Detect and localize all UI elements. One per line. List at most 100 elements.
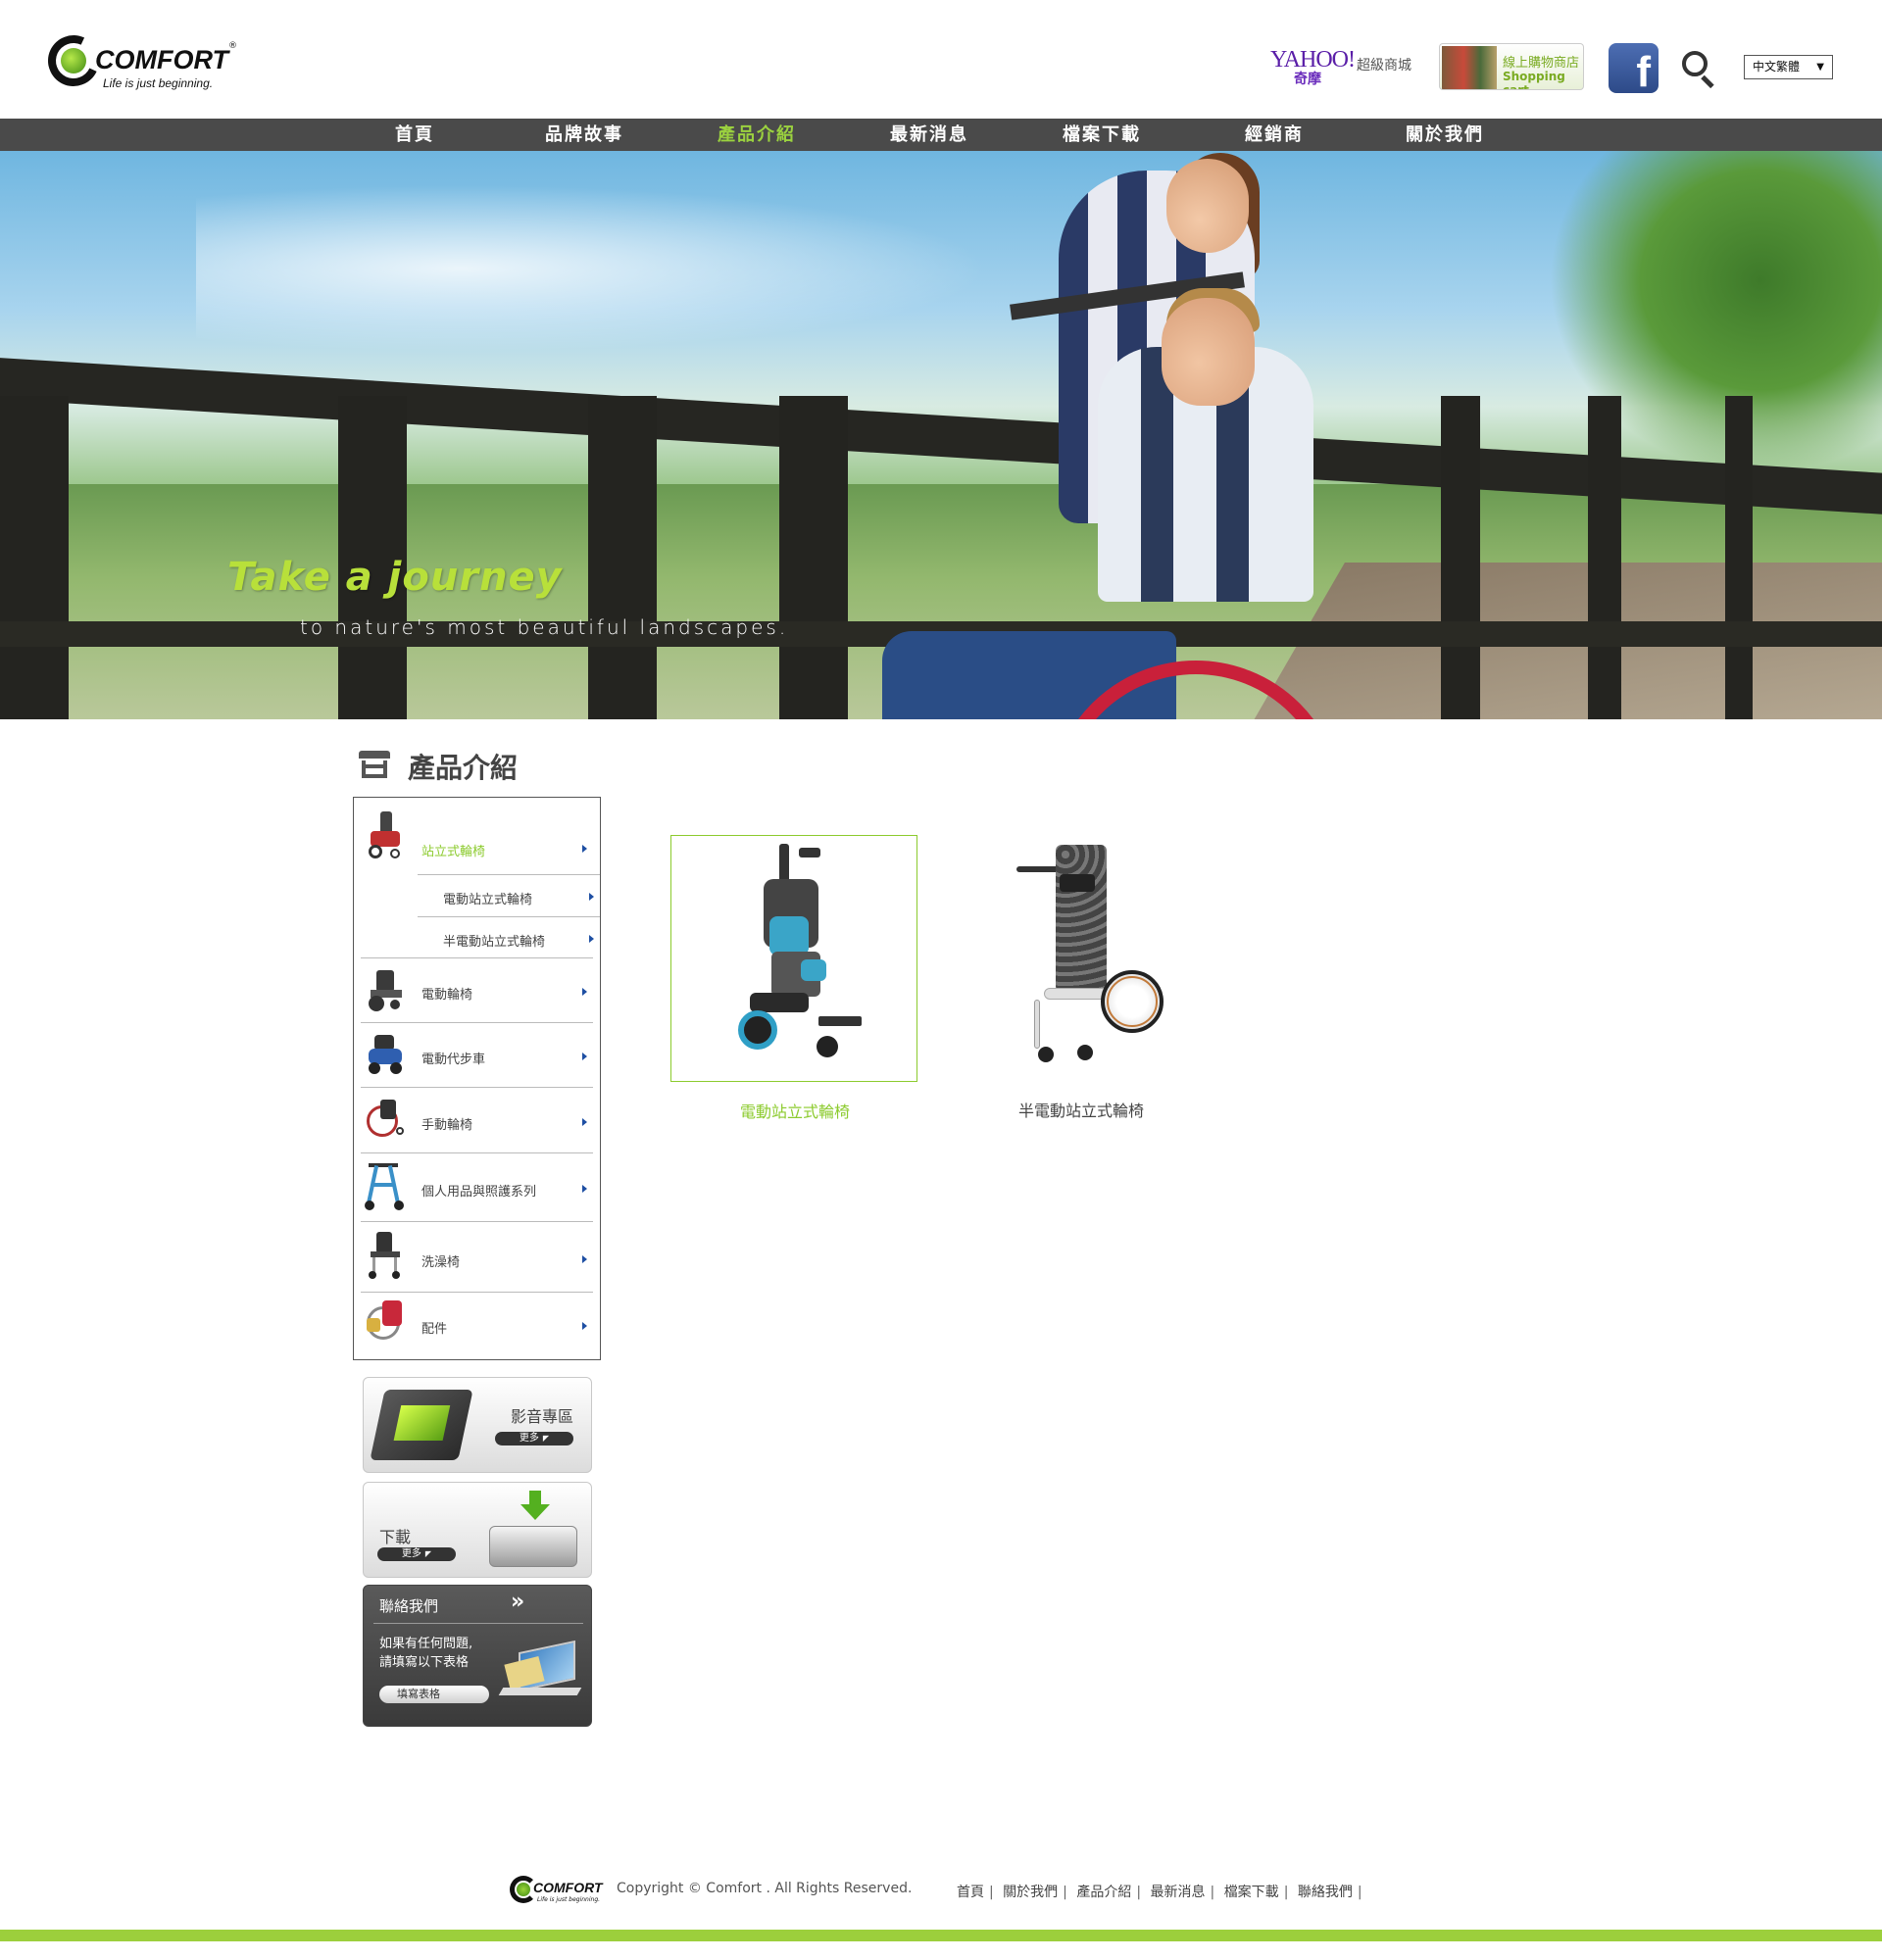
banner-subline: to nature's most beautiful landscapes. <box>300 615 789 639</box>
double-chevron-right-icon: » <box>511 1590 525 1614</box>
footer-separator: | <box>1136 1885 1142 1900</box>
footer-link-news[interactable]: 最新消息 <box>1151 1885 1206 1900</box>
rollator-thumb <box>363 1159 408 1212</box>
chevron-right-icon <box>589 935 594 943</box>
product-card-electric-standing[interactable]: 電動站立式輪椅 <box>670 835 917 1121</box>
contact-title: 聯絡我們 <box>379 1597 439 1615</box>
nav-item-dealers[interactable]: 經銷商 <box>1245 119 1304 151</box>
nav-item-news[interactable]: 最新消息 <box>890 119 968 151</box>
footer-separator: | <box>989 1885 994 1900</box>
chevron-right-icon <box>582 1255 587 1263</box>
logo-word: COMFORT <box>95 45 228 74</box>
media-more-button[interactable]: 更多 ◤ <box>495 1432 573 1446</box>
laptop-mail-icon <box>498 1640 582 1705</box>
contact-description: 如果有任何問題, 請填寫以下表格 <box>379 1637 473 1670</box>
subcategory-item-semi-electric-standing[interactable]: 半電動站立式輪椅 <box>418 916 600 958</box>
electric-standing-wheelchair-image <box>730 844 867 1075</box>
search-icon[interactable] <box>1682 51 1717 89</box>
copyright-text: Copyright © Comfort . All Rights Reserve… <box>617 1881 913 1896</box>
category-item-bath-chair[interactable]: 洗澡椅 <box>361 1222 593 1293</box>
hero-banner: Take a journey to nature's most beautifu… <box>0 151 1882 719</box>
standing-wheelchair-thumb <box>363 809 408 862</box>
yahoo-sub: 奇摩 <box>1294 72 1321 87</box>
yahoo-label: 超級商城 <box>1357 58 1412 74</box>
main-nav: 首頁 品牌故事 產品介紹 最新消息 檔案下載 經銷商 關於我們 <box>0 119 1882 151</box>
category-label: 電動輪椅 <box>421 988 473 1003</box>
footer-separator: | <box>1063 1885 1067 1900</box>
nav-item-home[interactable]: 首頁 <box>395 119 434 151</box>
manual-wheelchair-thumb <box>363 1094 408 1147</box>
site-header: COMFORT ® Life is just beginning. YAHOO!… <box>0 0 1882 119</box>
bath-chair-thumb <box>363 1230 408 1283</box>
shop-label-en: Shopping cart <box>1503 70 1565 90</box>
language-select[interactable]: 中文繁體 ▼ <box>1744 55 1833 79</box>
category-label: 站立式輪椅 <box>421 845 486 859</box>
logo-dot-icon <box>61 48 86 74</box>
download-promo[interactable]: 下載 更多 ◤ <box>363 1482 592 1578</box>
electric-wheelchair-thumb <box>363 964 408 1017</box>
chevron-right-icon <box>582 1118 587 1126</box>
footer-logo[interactable]: COMFORT Life is just beginning. <box>510 1876 618 1907</box>
chevron-right-icon <box>582 845 587 853</box>
category-label: 配件 <box>421 1322 448 1337</box>
shopping-cart-link[interactable]: 線上購物商店 Shopping cart <box>1439 43 1584 90</box>
facebook-icon[interactable]: f <box>1609 43 1659 93</box>
language-selected: 中文繁體 <box>1753 60 1801 74</box>
subcategory-item-electric-standing[interactable]: 電動站立式輪椅 <box>418 874 600 916</box>
nav-item-downloads[interactable]: 檔案下載 <box>1063 119 1141 151</box>
shop-label-zh: 線上購物商店 <box>1503 56 1580 71</box>
download-arrow-icon <box>520 1491 550 1520</box>
footer-link-products[interactable]: 產品介紹 <box>1076 1885 1131 1900</box>
category-item-electric[interactable]: 電動輪椅 <box>361 958 593 1023</box>
media-zone-promo[interactable]: 影音專區 更多 ◤ <box>363 1377 592 1473</box>
footer-link-contact[interactable]: 聯絡我們 <box>1298 1885 1353 1900</box>
product-label[interactable]: 半電動站立式輪椅 <box>958 1098 1205 1121</box>
scooter-thumb <box>363 1029 408 1082</box>
footer-separator: | <box>1357 1885 1362 1900</box>
footer-separator: | <box>1210 1885 1215 1900</box>
category-item-personal-care[interactable]: 個人用品與照護系列 <box>361 1153 593 1222</box>
shop-thumbnail <box>1442 46 1497 89</box>
contact-us-promo[interactable]: 聯絡我們 » 如果有任何問題, 請填寫以下表格 填寫表格 <box>363 1585 592 1727</box>
product-card-semi-electric-standing[interactable]: 半電動站立式輪椅 <box>958 835 1205 1120</box>
nav-item-products[interactable]: 產品介紹 <box>718 119 796 151</box>
banner-headline: Take a journey <box>227 555 563 600</box>
video-film-icon <box>370 1390 473 1460</box>
hard-drive-icon <box>489 1526 577 1567</box>
nav-item-brand-story[interactable]: 品牌故事 <box>545 119 623 151</box>
chevron-right-icon <box>582 1185 587 1193</box>
page-title-text: 產品介紹 <box>408 752 519 784</box>
chevron-right-icon <box>582 988 587 996</box>
more-arrow-icon: ◤ <box>424 1549 432 1558</box>
footer-separator: | <box>1283 1885 1289 1900</box>
chevron-right-icon <box>589 893 594 901</box>
category-label: 電動代步車 <box>421 1053 486 1067</box>
category-item-scooter[interactable]: 電動代步車 <box>361 1023 593 1088</box>
media-zone-title: 影音專區 <box>511 1407 574 1426</box>
footer-link-home[interactable]: 首頁 <box>957 1885 984 1900</box>
fill-form-button[interactable]: 填寫表格 <box>379 1686 489 1703</box>
logo-dot-icon <box>517 1883 530 1896</box>
category-label: 洗澡椅 <box>421 1255 461 1270</box>
nav-item-about[interactable]: 關於我們 <box>1406 119 1484 151</box>
download-title: 下載 <box>379 1528 412 1546</box>
chevron-right-icon <box>582 1053 587 1060</box>
category-item-manual[interactable]: 手動輪椅 <box>361 1088 593 1153</box>
semi-electric-standing-wheelchair-image <box>1005 843 1164 1074</box>
accessories-thumb <box>363 1297 408 1349</box>
yahoo-mall-link[interactable]: YAHOO! 奇摩 超級商城 <box>1270 47 1417 87</box>
subcategory-label: 半電動站立式輪椅 <box>443 935 546 950</box>
comfort-logo[interactable]: COMFORT ® Life is just beginning. <box>40 27 244 94</box>
footer-link-about[interactable]: 關於我們 <box>1003 1885 1058 1900</box>
footer-accent-bar <box>0 1930 1882 1941</box>
footer-logo-tagline: Life is just beginning. <box>537 1896 601 1903</box>
category-label: 個人用品與照護系列 <box>421 1185 537 1200</box>
category-menu: 站立式輪椅 電動站立式輪椅 半電動站立式輪椅 電動輪椅 電動代步車 手動輪椅 個… <box>353 797 601 1360</box>
footer-link-downloads[interactable]: 檔案下載 <box>1224 1885 1279 1900</box>
chevron-right-icon <box>582 1322 587 1330</box>
category-item-standing[interactable]: 站立式輪椅 電動站立式輪椅 半電動站立式輪椅 <box>361 802 600 958</box>
download-more-button[interactable]: 更多 ◤ <box>377 1547 456 1561</box>
category-item-accessories[interactable]: 配件 <box>361 1293 593 1357</box>
product-label[interactable]: 電動站立式輪椅 <box>671 1099 918 1122</box>
logo-tagline: Life is just beginning. <box>103 76 214 90</box>
